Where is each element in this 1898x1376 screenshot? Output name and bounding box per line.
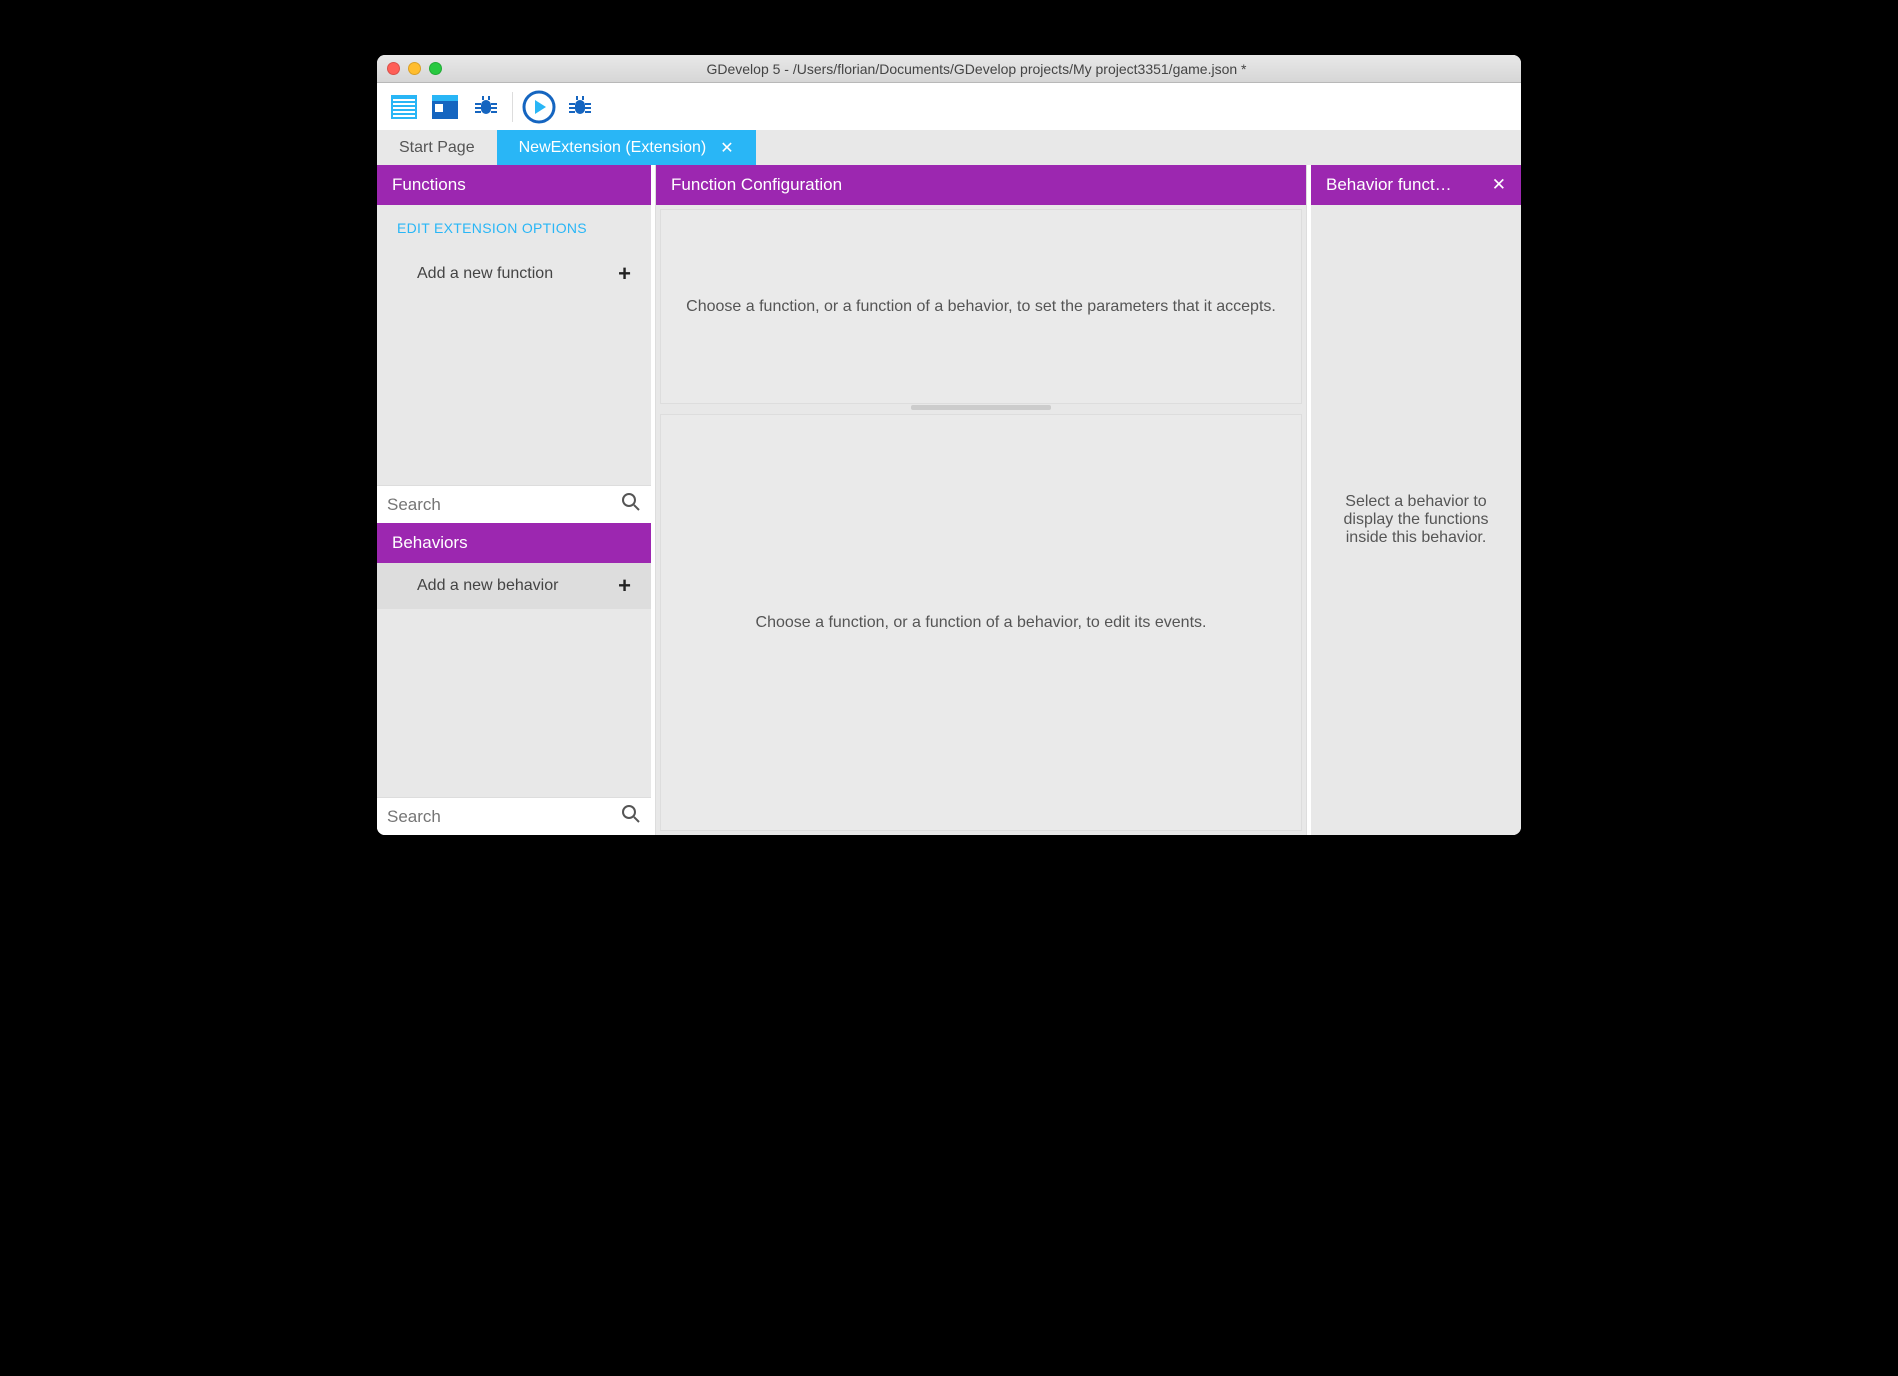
close-icon[interactable]: ✕ <box>720 138 733 158</box>
plus-icon: + <box>618 573 631 599</box>
behaviors-search[interactable] <box>377 797 651 835</box>
left-sidebar: Functions EDIT EXTENSION OPTIONS Add a n… <box>377 165 651 835</box>
search-icon <box>621 492 641 517</box>
toolbar <box>377 83 1521 130</box>
tab-bar: Start Page NewExtension (Extension) ✕ <box>377 130 1521 165</box>
function-events-panel: Choose a function, or a function of a be… <box>660 414 1302 831</box>
window-controls <box>387 62 442 75</box>
behavior-placeholder-text: Select a behavior to display the functio… <box>1329 493 1503 547</box>
workspace: Functions EDIT EXTENSION OPTIONS Add a n… <box>377 165 1521 835</box>
behavior-functions-panel: Select a behavior to display the functio… <box>1311 205 1521 835</box>
plus-icon: + <box>618 261 631 287</box>
resize-handle[interactable] <box>911 405 1051 410</box>
tab-label: NewExtension (Extension) <box>519 139 707 157</box>
play-button[interactable] <box>520 88 558 126</box>
app-window: GDevelop 5 - /Users/florian/Documents/GD… <box>377 55 1521 835</box>
function-config-header: Function Configuration <box>656 165 1306 205</box>
close-window-button[interactable] <box>387 62 400 75</box>
add-function-button[interactable]: Add a new function + <box>377 251 651 297</box>
window-title: GDevelop 5 - /Users/florian/Documents/GD… <box>442 61 1511 77</box>
titlebar: GDevelop 5 - /Users/florian/Documents/GD… <box>377 55 1521 83</box>
functions-panel-header: Functions <box>377 165 651 205</box>
panel-title: Behavior funct… <box>1326 175 1452 195</box>
search-input[interactable] <box>387 807 621 827</box>
add-behavior-button[interactable]: Add a new behavior + <box>377 563 651 609</box>
events-placeholder-text: Choose a function, or a function of a be… <box>756 614 1207 632</box>
scene-button[interactable] <box>426 88 464 126</box>
project-manager-button[interactable] <box>385 88 423 126</box>
behaviors-panel-header: Behaviors <box>377 523 651 563</box>
close-icon[interactable]: ✕ <box>1492 175 1506 195</box>
functions-list-empty <box>377 297 651 485</box>
functions-search[interactable] <box>377 485 651 523</box>
panel-title: Behaviors <box>392 533 468 553</box>
debug-play-button[interactable] <box>561 88 599 126</box>
panel-title: Functions <box>392 175 466 195</box>
search-icon <box>621 804 641 829</box>
center-column: Function Configuration Choose a function… <box>655 165 1307 835</box>
behaviors-list-empty <box>377 609 651 797</box>
config-placeholder-text: Choose a function, or a function of a be… <box>686 298 1276 316</box>
minimize-window-button[interactable] <box>408 62 421 75</box>
debug-button[interactable] <box>467 88 505 126</box>
tab-start-page[interactable]: Start Page <box>377 130 497 165</box>
function-config-panel: Choose a function, or a function of a be… <box>660 209 1302 404</box>
edit-extension-options-link[interactable]: EDIT EXTENSION OPTIONS <box>377 205 651 251</box>
behavior-functions-header: Behavior funct… ✕ <box>1311 165 1521 205</box>
right-sidebar: Behavior funct… ✕ Select a behavior to d… <box>1311 165 1521 835</box>
panel-title: Function Configuration <box>671 175 842 195</box>
add-behavior-label: Add a new behavior <box>417 577 558 595</box>
add-function-label: Add a new function <box>417 265 553 283</box>
maximize-window-button[interactable] <box>429 62 442 75</box>
tab-newextension[interactable]: NewExtension (Extension) ✕ <box>497 130 756 165</box>
tab-label: Start Page <box>399 139 475 157</box>
toolbar-separator <box>512 92 513 122</box>
search-input[interactable] <box>387 495 621 515</box>
